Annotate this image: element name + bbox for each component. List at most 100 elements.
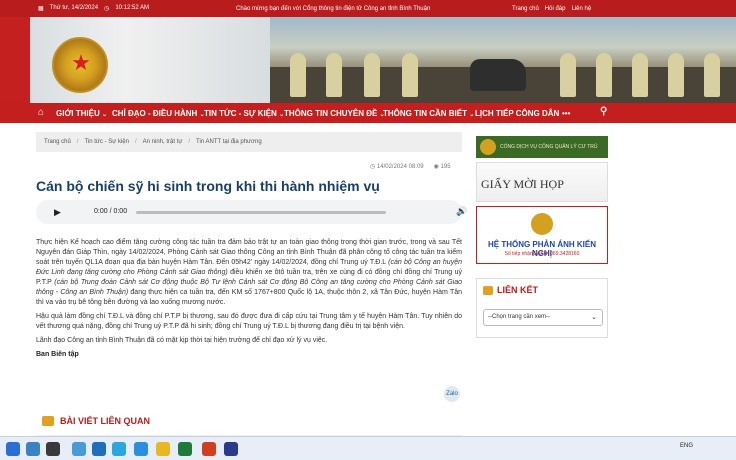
welcome-text: Chào mừng bạn đến với Cổng thông tin điệ… xyxy=(236,5,431,12)
nav-label: CHỈ ĐẠO - ĐIỀU HÀNH xyxy=(112,109,198,118)
os-taskbar: ENG xyxy=(0,436,736,460)
calendar-icon: ▦ xyxy=(38,6,44,12)
banner-car xyxy=(470,59,526,91)
separator: / xyxy=(188,139,191,145)
date-text: Thứ tư, 14/2/2024 xyxy=(49,5,99,11)
banner-left-stripe xyxy=(0,17,30,103)
breadcrumb-news[interactable]: Tin tức - Sự kiện xyxy=(84,139,129,145)
banner-rider xyxy=(364,53,380,97)
nav-item-direction[interactable]: CHỈ ĐẠO - ĐIỀU HÀNH ⌄ xyxy=(112,109,205,118)
app-icon[interactable] xyxy=(72,442,86,456)
breadcrumb-home[interactable]: Trang chủ xyxy=(44,139,71,145)
nav-item-about[interactable]: GIỚI THIỆU ⌄ xyxy=(56,109,107,118)
banner-rider xyxy=(326,53,342,97)
banner-rider xyxy=(290,53,306,97)
feedback-system-banner[interactable]: HỆ THỐNG PHẢN ÁNH KIẾN NGHỊ Số tiếp nhận… xyxy=(476,206,608,264)
separator: / xyxy=(134,139,137,145)
paragraph: Lãnh đạo Công an tỉnh Bình Thuận đã có m… xyxy=(36,337,328,344)
link-select[interactable]: --Chọn trang cần xem-- ⌄ xyxy=(483,309,603,326)
banner-rider xyxy=(668,53,684,97)
views: ◉ 195 xyxy=(434,163,451,170)
article-meta: ◷ 14/02/2024 08:09 ◉ 195 xyxy=(370,163,451,170)
breadcrumb-security[interactable]: An ninh, trật tự xyxy=(143,139,183,145)
paragraph: Thực hiện Kế hoạch cao điểm tăng cường c… xyxy=(36,238,462,308)
meeting-invite-banner[interactable]: GIẤY MỜI HỌP xyxy=(476,162,608,202)
clock-icon: ◷ xyxy=(370,164,377,170)
chat-icon[interactable] xyxy=(134,442,148,456)
banner-rider xyxy=(632,53,648,97)
date-time: ▦ Thứ tư, 14/2/2024 ◷ 10:12:52 AM xyxy=(38,5,149,12)
article-body: Thực hiện Kế hoạch cao điểm tăng cường c… xyxy=(36,238,462,364)
chevron-down-icon: ⌄ xyxy=(101,112,107,118)
folder-icon xyxy=(483,285,493,295)
article-datetime: 14/02/2024 08:09 xyxy=(376,164,424,170)
top-link-contact[interactable]: Liên hệ xyxy=(571,6,591,12)
zalo-share-button[interactable]: Zalo xyxy=(444,386,460,402)
related-title: BÀI VIẾT LIÊN QUAN xyxy=(60,416,151,426)
nav-label: GIỚI THIỆU xyxy=(56,109,100,118)
windows-start-icon[interactable] xyxy=(6,442,20,456)
banner-rider xyxy=(560,53,576,97)
header-banner: ★ xyxy=(0,17,736,103)
select-value: --Chọn trang cần xem-- xyxy=(488,314,551,320)
separator: / xyxy=(76,139,79,145)
banner-text: CỔNG DỊCH VỤ CÔNG QUẢN LÝ CƯ TRÚ xyxy=(500,144,598,150)
related-articles-header: BÀI VIẾT LIÊN QUAN xyxy=(36,410,462,436)
top-link-faq[interactable]: Hỏi đáp xyxy=(545,6,566,12)
time-text: 10:12:52 AM xyxy=(115,5,150,11)
eye-icon: ◉ xyxy=(433,164,441,170)
article-title: Cán bộ chiến sỹ hi sinh trong khi thi hà… xyxy=(36,178,380,194)
banner-rider xyxy=(596,53,612,97)
nav-more-button[interactable]: ••• xyxy=(562,109,570,118)
telegram-icon[interactable] xyxy=(112,442,126,456)
language-indicator[interactable]: ENG xyxy=(680,443,693,449)
datetime: ◷ 14/02/2024 08:09 xyxy=(370,163,424,170)
view-count: 195 xyxy=(440,164,451,170)
audio-player[interactable]: ▶ 0:00 / 0:00 🔊 ⋮ xyxy=(36,200,491,224)
app-icon[interactable] xyxy=(202,442,216,456)
main-nav: ⌂ GIỚI THIỆU ⌄ CHỈ ĐẠO - ĐIỀU HÀNH ⌄ TIN… xyxy=(0,103,736,123)
links-title: LIÊN KẾT xyxy=(497,285,539,295)
breadcrumb-current: Tin ANTT tại địa phương xyxy=(196,139,262,145)
audio-progress-track[interactable] xyxy=(136,211,386,214)
banner-text: GIẤY MỜI HỌP xyxy=(481,177,564,191)
home-icon[interactable]: ⌂ xyxy=(38,107,44,118)
author: Ban Biên tập xyxy=(36,351,79,358)
nav-label: THÔNG TIN CẦN BIẾT xyxy=(383,109,467,118)
play-icon[interactable]: ▶ xyxy=(54,207,61,218)
top-link-home[interactable]: Trang chủ xyxy=(512,6,539,12)
app-icon[interactable] xyxy=(26,442,40,456)
emblem-icon xyxy=(531,213,553,235)
app-icon[interactable] xyxy=(46,442,60,456)
app-icon[interactable] xyxy=(178,442,192,456)
chevron-down-icon: ⌄ xyxy=(469,112,475,118)
banner-subtitle: Số tiếp nhận PAKN: 069.3428160 xyxy=(504,251,580,257)
top-info-bar: ▦ Thứ tư, 14/2/2024 ◷ 10:12:52 AM Chào m… xyxy=(0,0,736,17)
links-header: LIÊN KẾT xyxy=(483,285,538,295)
nav-item-reception[interactable]: LỊCH TIẾP CÔNG DÂN xyxy=(475,109,559,118)
chrome-icon[interactable] xyxy=(156,442,170,456)
clock-icon: ◷ xyxy=(104,6,110,12)
banner-rider xyxy=(402,53,418,97)
residence-service-banner[interactable]: CỔNG DỊCH VỤ CÔNG QUẢN LÝ CƯ TRÚ xyxy=(476,136,608,158)
folder-icon xyxy=(42,416,54,426)
search-icon[interactable]: ⚲ xyxy=(600,106,607,117)
breadcrumb: Trang chủ / Tin tức - Sự kiện / An ninh,… xyxy=(36,132,462,152)
nav-item-topics[interactable]: THÔNG TIN CHUYÊN ĐỀ ⌄ xyxy=(284,109,385,118)
nav-item-news[interactable]: TIN TỨC - SỰ KIỆN ⌄ xyxy=(204,109,284,118)
nav-label: TIN TỨC - SỰ KIỆN xyxy=(204,109,277,118)
volume-icon[interactable]: 🔊 xyxy=(456,206,467,217)
nav-label: LỊCH TIẾP CÔNG DÂN xyxy=(475,109,560,118)
nav-item-need-to-know[interactable]: THÔNG TIN CẦN BIẾT ⌄ xyxy=(383,109,474,118)
top-links: Trang chủ Hỏi đáp Liên hệ xyxy=(512,6,591,12)
emblem-icon xyxy=(480,139,496,155)
links-widget: LIÊN KẾT --Chọn trang cần xem-- ⌄ xyxy=(476,278,608,338)
paragraph: Hậu quả làm đồng chí T.Đ.L và đồng chí P… xyxy=(36,313,462,330)
audio-time: 0:00 / 0:00 xyxy=(94,208,128,215)
banner-rider xyxy=(704,53,720,97)
nav-label: THÔNG TIN CHUYÊN ĐỀ xyxy=(284,109,378,118)
chevron-down-icon: ⌄ xyxy=(591,314,597,321)
app-icon[interactable] xyxy=(92,442,106,456)
police-emblem-icon[interactable]: ★ xyxy=(52,37,108,93)
word-icon[interactable] xyxy=(224,442,238,456)
